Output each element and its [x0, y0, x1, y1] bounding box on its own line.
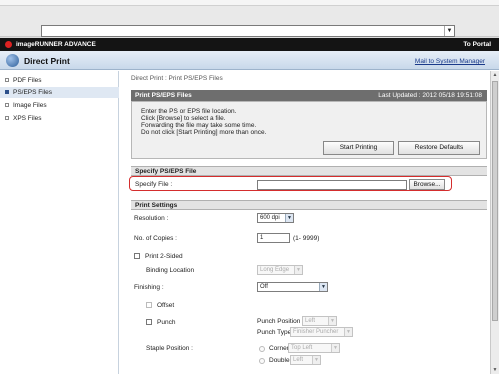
corner-radio[interactable] — [259, 346, 265, 352]
print-settings-section-header: Print Settings — [131, 200, 487, 210]
sidebar-item-xps-files[interactable]: XPS Files — [0, 113, 119, 124]
chevron-down-icon: ▼ — [312, 356, 320, 364]
last-updated: Last Updated : 2012 05/18 19:51:08 — [378, 92, 482, 99]
mail-system-manager-link[interactable]: Mail to System Manager — [415, 58, 485, 65]
panel-header: Print PS/EPS Files Last Updated : 2012 0… — [131, 90, 487, 101]
print-2-sided-label: Print 2-Sided — [145, 253, 183, 260]
to-portal-link[interactable]: To Portal — [463, 41, 491, 48]
chevron-down-icon: ▼ — [344, 328, 352, 336]
direct-print-icon — [6, 54, 19, 67]
binding-location-label: Binding Location — [146, 267, 195, 274]
sidebar-item-pdf-files[interactable]: PDF Files — [0, 75, 119, 86]
info-line: Click [Browse] to select a file. — [141, 115, 226, 122]
app-title: Direct Print — [24, 56, 70, 66]
info-line: Enter the PS or EPS file location. — [141, 108, 237, 115]
chevron-down-icon: ▼ — [294, 266, 302, 274]
punch-position-label: Punch Position — [257, 318, 301, 325]
sidebar-item-label: Image Files — [13, 102, 47, 109]
specify-file-section-header: Specify PS/EPS File — [131, 166, 487, 176]
scroll-thumb[interactable] — [492, 81, 498, 321]
sidebar-item-label: PS/EPS Files — [13, 89, 53, 96]
copies-label: No. of Copies : — [134, 235, 177, 242]
main-content: Direct Print : Print PS/EPS Files Print … — [120, 71, 490, 374]
finishing-select[interactable]: Off ▼ — [257, 282, 328, 292]
sidebar-item-image-files[interactable]: Image Files — [0, 100, 119, 111]
info-line: Do not click [Start Printing] more than … — [141, 129, 267, 136]
copies-range: (1- 9999) — [293, 235, 320, 242]
app-window: imageRUNNER ADVANCE To Portal Direct Pri… — [0, 38, 499, 374]
print-2-sided-checkbox[interactable] — [134, 253, 140, 259]
sidebar-item-label: PDF Files — [13, 77, 42, 84]
bullet-icon — [5, 90, 9, 94]
punch-type-select[interactable]: Finisher Puncher ▼ — [290, 327, 353, 337]
punch-checkbox[interactable] — [146, 319, 152, 325]
bullet-icon — [5, 103, 9, 107]
double-value: Left — [293, 357, 304, 363]
punch-position-value: Left — [305, 318, 316, 324]
sidebar-item-label: XPS Files — [13, 115, 42, 122]
app-header: Direct Print Mail to System Manager — [0, 51, 499, 70]
chevron-down-icon: ▼ — [328, 317, 336, 325]
browser-top-strip — [0, 0, 499, 6]
info-box: Enter the PS or EPS file location. Click… — [131, 101, 487, 159]
restore-defaults-button[interactable]: Restore Defaults — [398, 141, 480, 155]
resolution-label: Resolution : — [134, 215, 169, 222]
binding-location-value: Long Edge — [260, 267, 290, 273]
corner-select[interactable]: Top Left ▼ — [288, 343, 340, 353]
corner-label: Corner — [269, 345, 289, 352]
address-combobox[interactable]: ▼ — [41, 25, 455, 37]
chevron-down-icon[interactable]: ▼ — [444, 26, 454, 36]
binding-location-select[interactable]: Long Edge ▼ — [257, 265, 303, 275]
specify-file-highlight — [129, 176, 452, 191]
scroll-down-icon[interactable]: ▼ — [491, 366, 499, 374]
browser-chrome: ▼ — [0, 0, 499, 37]
brand-banner: imageRUNNER ADVANCE To Portal — [0, 38, 499, 51]
offset-label: Offset — [157, 302, 175, 309]
chevron-down-icon: ▼ — [319, 283, 327, 291]
punch-type-value: Finisher Puncher — [293, 329, 339, 335]
vertical-scrollbar[interactable]: ▲ ▼ — [490, 71, 499, 374]
sidebar-item-ps-eps-files[interactable]: PS/EPS Files — [0, 87, 119, 98]
brand-logo-icon — [5, 41, 12, 48]
punch-position-select[interactable]: Left ▼ — [302, 316, 337, 326]
double-select[interactable]: Left ▼ — [290, 355, 321, 365]
resolution-value: 600 dpi — [260, 215, 280, 221]
offset-checkbox[interactable] — [146, 302, 152, 308]
staple-position-label: Staple Position : — [146, 345, 193, 352]
info-line: Forwarding the file may take some time. — [141, 122, 257, 129]
copies-input[interactable]: 1 — [257, 233, 290, 243]
panel-title: Print PS/EPS Files — [135, 92, 192, 99]
bullet-icon — [5, 78, 9, 82]
punch-type-label: Punch Type — [257, 329, 292, 336]
corner-value: Top Left — [291, 345, 313, 351]
double-label: Double — [269, 357, 290, 364]
brand-name: imageRUNNER ADVANCE — [16, 41, 96, 48]
finishing-label: Finishing : — [134, 284, 164, 291]
sidebar: PDF Files PS/EPS Files Image Files XPS F… — [0, 71, 119, 374]
bullet-icon — [5, 116, 9, 120]
double-radio[interactable] — [259, 358, 265, 364]
scroll-up-icon[interactable]: ▲ — [491, 71, 499, 79]
chevron-down-icon: ▼ — [285, 214, 293, 222]
resolution-select[interactable]: 600 dpi ▼ — [257, 213, 294, 223]
breadcrumb: Direct Print : Print PS/EPS Files — [131, 75, 223, 82]
chevron-down-icon: ▼ — [331, 344, 339, 352]
start-printing-button[interactable]: Start Printing — [323, 141, 394, 155]
punch-label: Punch — [157, 319, 176, 326]
finishing-value: Off — [260, 284, 268, 290]
